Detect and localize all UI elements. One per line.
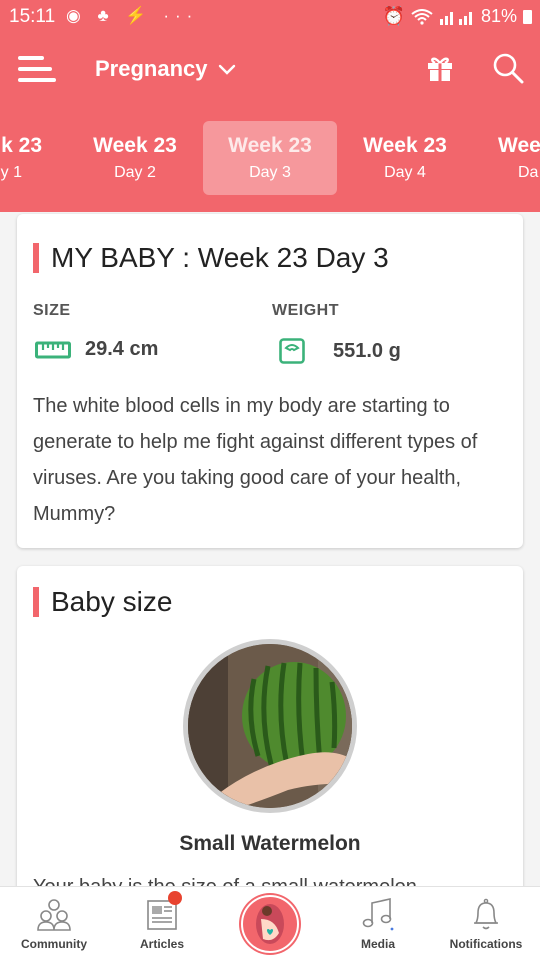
- week-day-selector[interactable]: k 23 y 1 Week 23 Day 2 Week 23 Day 3 Wee…: [0, 104, 540, 212]
- week-tab[interactable]: Wee Da: [472, 121, 540, 195]
- card-title: MY BABY : Week 23 Day 3: [33, 242, 389, 274]
- status-bar: 15:11 ◉ ♣ ⚡ ··· ⏰ 81%: [0, 0, 540, 34]
- day-label: Da: [518, 164, 539, 181]
- community-icon: [37, 899, 71, 931]
- pregnancy-dropdown[interactable]: Pregnancy: [95, 56, 236, 82]
- nav-label: Media: [360, 937, 395, 951]
- size-label: SIZE: [33, 302, 71, 319]
- week-tab[interactable]: k 23 y 1: [0, 121, 66, 195]
- weight-label: WEIGHT: [272, 302, 339, 319]
- bottom-navigation: Community Articles Media Notifications: [0, 886, 540, 960]
- chevron-down-icon: [218, 64, 235, 75]
- card-title: Baby size: [33, 586, 172, 618]
- title-accent-bar: [33, 587, 39, 617]
- pregnancy-home-icon: [256, 904, 284, 944]
- day-label: Day 4: [384, 164, 426, 181]
- baby-description: The white blood cells in my body are sta…: [33, 395, 478, 525]
- weight-value: 551.0 g: [333, 339, 401, 362]
- nav-media[interactable]: Media: [324, 887, 432, 960]
- menu-icon[interactable]: [18, 56, 56, 82]
- bell-icon: [474, 898, 498, 930]
- size-metric: 29.4 cm: [35, 338, 158, 361]
- nav-articles[interactable]: Articles: [108, 887, 216, 960]
- wifi-icon: [411, 8, 433, 25]
- week-label: k 23: [1, 134, 42, 157]
- nav-label: Notifications: [449, 937, 523, 951]
- status-time: 15:11: [9, 6, 56, 27]
- scale-icon: [279, 338, 305, 364]
- status-right: ⏰ 81%: [383, 6, 532, 27]
- week-tab[interactable]: Week 23 Day 4: [338, 121, 472, 195]
- status-notification-icons: ◉ ♣ ⚡ ···: [66, 6, 199, 25]
- search-icon[interactable]: [492, 52, 524, 84]
- app-bar: Pregnancy: [0, 34, 540, 104]
- gift-icon[interactable]: [426, 54, 454, 82]
- watermelon-illustration: [188, 644, 352, 808]
- baby-size-card: Baby size Small Watermelon Your baby is …: [17, 566, 523, 896]
- baby-card-title: MY BABY : Week 23 Day 3: [51, 242, 389, 273]
- app-title: Pregnancy: [95, 56, 208, 81]
- baby-info-card: MY BABY : Week 23 Day 3 SIZE WEIGHT 29.4…: [17, 214, 523, 548]
- articles-badge: [168, 891, 182, 905]
- ruler-icon: [35, 341, 71, 358]
- week-tab[interactable]: Week 23 Day 2: [68, 121, 202, 195]
- nav-label: Community: [21, 937, 87, 951]
- alarm-icon: ⏰: [382, 6, 405, 26]
- music-note-icon: [362, 898, 394, 931]
- watermelon-image: [183, 639, 357, 813]
- battery-text: 81%: [480, 6, 517, 26]
- baby-size-title: Baby size: [51, 586, 173, 617]
- fruit-name: Small Watermelon: [179, 832, 361, 855]
- size-value: 29.4 cm: [85, 338, 159, 360]
- week-label: Week 23: [363, 134, 447, 157]
- day-label: Day 3: [249, 164, 291, 181]
- nav-label: Articles: [139, 937, 185, 951]
- nav-notifications[interactable]: Notifications: [432, 887, 540, 960]
- week-label: Week 23: [228, 134, 312, 157]
- week-label: Wee: [498, 134, 540, 157]
- day-label: y 1: [0, 164, 22, 181]
- week-tab-active[interactable]: Week 23 Day 3: [203, 121, 337, 195]
- nav-community[interactable]: Community: [0, 887, 108, 960]
- weight-metric: 551.0 g: [279, 338, 401, 364]
- title-accent-bar: [33, 243, 39, 273]
- week-label: Week 23: [93, 134, 177, 157]
- signal-icon: [439, 11, 472, 25]
- battery-icon: [523, 9, 532, 24]
- pregnancy-home-button[interactable]: [241, 895, 299, 953]
- day-label: Day 2: [114, 164, 156, 181]
